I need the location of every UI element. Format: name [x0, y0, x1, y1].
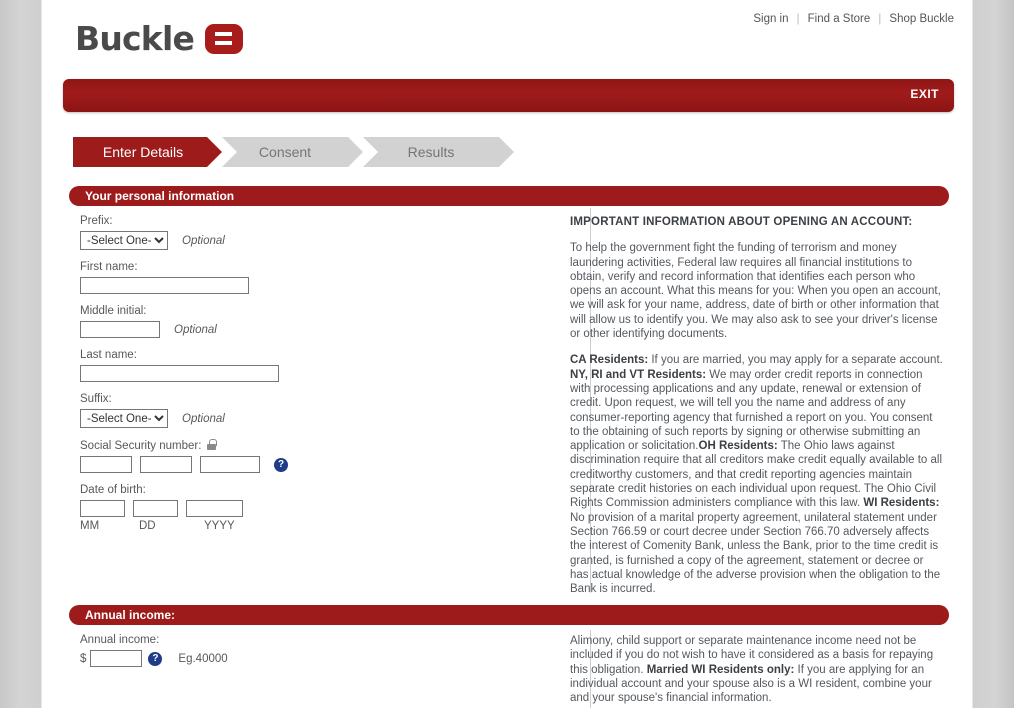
buckle-b-mark-icon — [205, 23, 244, 54]
dob-label: Date of birth: — [80, 484, 146, 496]
exit-button[interactable]: EXIT — [910, 87, 939, 101]
annual-income-input[interactable] — [90, 650, 143, 667]
dob-year-input[interactable] — [186, 500, 243, 517]
step-enter-details[interactable]: Enter Details — [73, 137, 222, 167]
logo-wordmark: Buckle — [75, 19, 195, 58]
prefix-select[interactable]: -Select One- — [80, 231, 168, 250]
important-information-panel: IMPORTANT INFORMATION ABOUT OPENING AN A… — [570, 215, 945, 608]
dob-year-hint: YYYY — [204, 520, 235, 532]
suffix-label: Suffix: — [80, 393, 112, 405]
annual-income-row: $ ? Eg.40000 — [80, 650, 570, 667]
section-header-annual-income: Annual income: — [69, 605, 949, 625]
annual-income-example: Eg.40000 — [178, 652, 228, 665]
buckle-logo[interactable]: Buckle — [75, 19, 244, 58]
nav-link-find-a-store[interactable]: Find a Store — [806, 13, 873, 25]
suffix-row: -Select One- Optional — [80, 409, 570, 428]
ssn-label-wrap: Social Security number: — [80, 439, 570, 452]
middle-initial-input[interactable] — [80, 321, 160, 338]
dob-month-hint: MM — [80, 520, 100, 532]
middle-initial-row: Optional — [80, 321, 570, 338]
middle-initial-label: Middle initial: — [80, 305, 147, 317]
annual-income-help-icon[interactable]: ? — [148, 651, 163, 666]
progress-steps: Enter Details Consent Results — [73, 137, 514, 167]
step-consent-label: Consent — [258, 144, 312, 160]
ssn-part3-input[interactable] — [200, 456, 260, 473]
lock-icon — [207, 439, 217, 450]
prefix-label: Prefix: — [80, 215, 113, 227]
annual-income-info-paragraph: Alimony, child support or separate maint… — [570, 634, 945, 705]
suffix-select[interactable]: -Select One- — [80, 409, 168, 428]
first-name-row — [80, 277, 570, 294]
important-info-title: IMPORTANT INFORMATION ABOUT OPENING AN A… — [570, 216, 913, 228]
suffix-optional-label: Optional — [182, 412, 225, 425]
wi-residents-text: No provision of a marital property agree… — [570, 511, 941, 596]
annual-income-form: Annual income: $ ? Eg.40000 — [80, 634, 570, 678]
annual-income-info-panel: Alimony, child support or separate maint… — [570, 634, 945, 708]
step-results[interactable]: Results — [363, 137, 514, 167]
nav-separator-1: | — [796, 11, 800, 25]
utility-nav: Sign in | Find a Store | Shop Buckle — [751, 11, 956, 25]
last-name-label: Last name: — [80, 349, 137, 361]
dob-month-input[interactable] — [80, 500, 125, 517]
currency-symbol: $ — [80, 652, 87, 665]
ssn-part1-input[interactable] — [80, 456, 132, 473]
dob-day-hint: DD — [139, 520, 156, 532]
ssn-row: ? — [80, 456, 570, 473]
important-info-paragraph-2: CA Residents: If you are married, you ma… — [570, 353, 945, 596]
married-wi-residents-label: Married WI Residents only: — [646, 663, 795, 676]
ny-ri-vt-residents-label: NY, RI and VT Residents: — [570, 368, 707, 381]
dob-day-input[interactable] — [133, 500, 178, 517]
middle-initial-optional-label: Optional — [174, 323, 217, 336]
nav-link-shop-buckle[interactable]: Shop Buckle — [887, 13, 956, 25]
prefix-optional-label: Optional — [182, 234, 225, 247]
dob-hints: MM DD YYYY — [80, 520, 570, 532]
exit-bar: EXIT — [63, 79, 954, 112]
annual-income-label: Annual income: — [80, 634, 160, 646]
important-info-paragraph-1: To help the government fight the funding… — [570, 242, 941, 341]
last-name-row — [80, 365, 570, 382]
dob-row — [80, 500, 570, 517]
step-enter-details-label: Enter Details — [102, 144, 184, 160]
personal-info-form: Prefix: -Select One- Optional First name… — [80, 215, 570, 532]
application-page: Sign in | Find a Store | Shop Buckle Buckle … — [0, 0, 1014, 708]
ssn-part2-input[interactable] — [140, 456, 192, 473]
ssn-label: Social Security number: — [80, 440, 202, 452]
wi-residents-label: WI Residents: — [863, 497, 940, 510]
nav-separator-2: | — [878, 11, 882, 25]
ca-residents-label: CA Residents: — [570, 354, 649, 367]
oh-residents-label: OH Residents: — [698, 440, 778, 453]
ca-residents-text: If you are married, you may apply for a … — [648, 354, 943, 367]
ssn-help-icon[interactable]: ? — [274, 457, 288, 472]
step-consent[interactable]: Consent — [222, 137, 363, 167]
first-name-label: First name: — [80, 261, 138, 273]
section-header-personal-information: Your personal information — [69, 186, 949, 206]
page-content-area: Sign in | Find a Store | Shop Buckle Buckle … — [42, 0, 972, 708]
step-results-label: Results — [407, 144, 455, 160]
nav-link-sign-in[interactable]: Sign in — [751, 13, 790, 25]
first-name-input[interactable] — [80, 277, 249, 294]
last-name-input[interactable] — [80, 365, 279, 382]
prefix-row: -Select One- Optional — [80, 231, 570, 250]
